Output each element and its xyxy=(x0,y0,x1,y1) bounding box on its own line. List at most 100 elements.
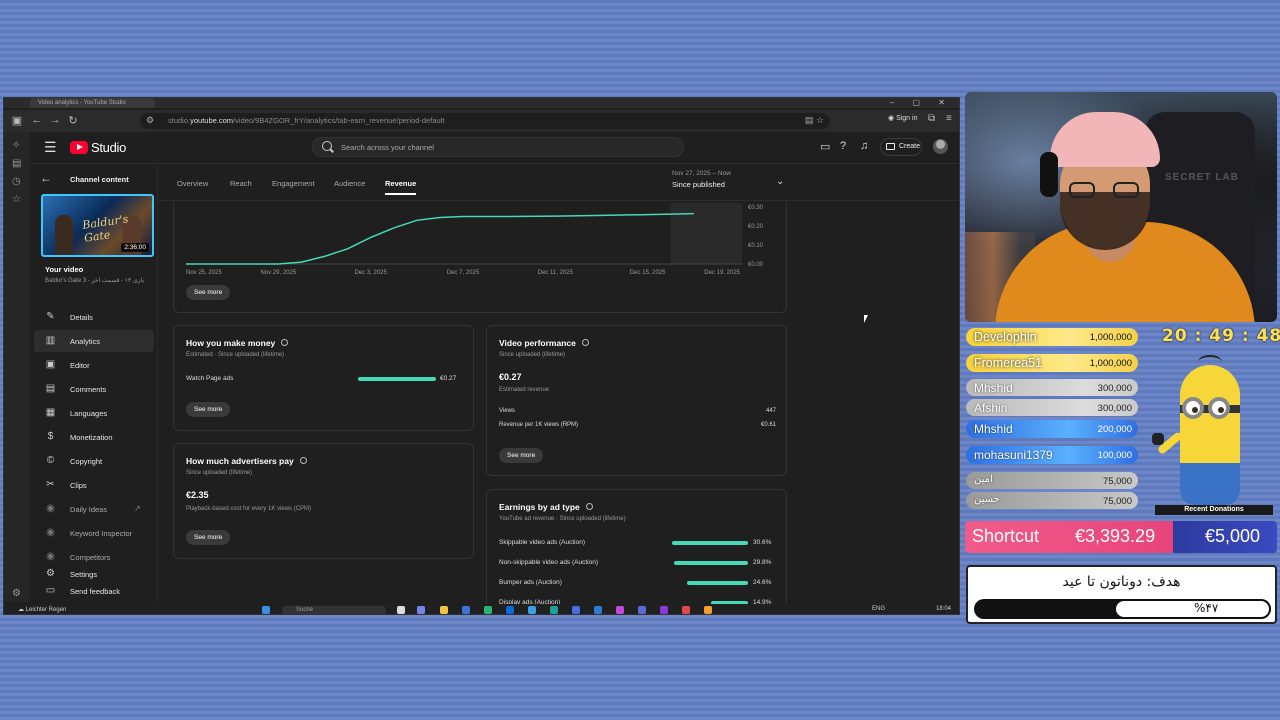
video-thumbnail[interactable]: Baldur's Gate 2:36:00 xyxy=(41,194,154,257)
info-icon[interactable] xyxy=(299,457,307,465)
browser-tab[interactable]: Video analytics - YouTube Studio xyxy=(30,98,155,108)
app-icon[interactable] xyxy=(638,606,646,614)
messages-icon[interactable]: ▭ xyxy=(820,140,830,153)
browser-tab-bar: Video analytics - YouTube Studio – ▢ ✕ xyxy=(4,98,959,108)
nav-item-monetization[interactable]: $ Monetization xyxy=(34,426,154,448)
nav-item-analytics[interactable]: ▥ Analytics xyxy=(34,330,154,352)
help-icon[interactable]: ? xyxy=(840,140,846,152)
tab-audience[interactable]: Audience xyxy=(334,179,365,188)
url-field[interactable]: ⚙ studio.youtube.com/video/9B4ZGOR_frY/a… xyxy=(140,113,830,129)
app-icon[interactable] xyxy=(550,606,558,614)
nav-item-comments[interactable]: ▤ Comments xyxy=(34,378,154,400)
teams-icon[interactable] xyxy=(417,606,425,614)
notifications-bell-icon[interactable]: ♫ xyxy=(860,140,868,152)
scissors-icon: ✂ xyxy=(46,479,55,490)
window-controls[interactable]: – ▢ ✕ xyxy=(890,98,953,108)
nav-item-send-feedback[interactable]: ▭ Send feedback xyxy=(34,580,154,602)
language-indicator[interactable]: ENG xyxy=(872,606,885,612)
app-icon[interactable] xyxy=(572,606,580,614)
app-icon[interactable] xyxy=(660,606,668,614)
info-icon[interactable] xyxy=(585,503,593,511)
windows-start-icon[interactable] xyxy=(262,606,270,614)
goal-percent: %۴۷ xyxy=(1194,601,1219,615)
info-icon[interactable] xyxy=(581,339,589,347)
nav-item-daily-ideas[interactable]: ◉ Daily Ideas ↗ xyxy=(34,498,154,520)
tab-overview[interactable]: Overview xyxy=(177,179,208,188)
nav-item-languages[interactable]: ▦ Languages xyxy=(34,402,154,424)
revenue-series-line xyxy=(186,212,694,265)
taskbar-clock[interactable]: 18:04 xyxy=(936,606,951,612)
create-button[interactable]: Create xyxy=(880,138,922,156)
see-more-button[interactable]: See more xyxy=(186,285,231,300)
donor-row: حسین 75,000 xyxy=(966,492,1138,509)
app-icon[interactable] xyxy=(462,606,470,614)
nav-item-clips[interactable]: ✂ Clips xyxy=(34,474,154,496)
lock-icon: ⚙ xyxy=(146,115,155,125)
date-range-picker[interactable]: Nov 27, 2025 – Now Since published ⌄ xyxy=(672,170,784,189)
search-input[interactable] xyxy=(341,141,661,154)
cpm-label: Playback-based cost for every 1K views (… xyxy=(186,506,312,512)
app-icon[interactable] xyxy=(528,606,536,614)
taskbar-search[interactable]: Suche xyxy=(282,606,386,614)
tab-engagement[interactable]: Engagement xyxy=(272,179,315,188)
app-icon[interactable] xyxy=(506,606,514,614)
sidebar-toggle-icon[interactable]: ▣ xyxy=(10,114,24,127)
back-icon[interactable]: ← xyxy=(30,114,44,126)
menu-icon[interactable]: ≡ xyxy=(946,113,952,124)
favorites-icon[interactable]: ☆ xyxy=(12,194,21,205)
sign-in-button[interactable]: ◉ Sign in xyxy=(888,114,917,122)
edge-icon[interactable] xyxy=(484,606,492,614)
nav-item-keyword-inspector[interactable]: ◉ Keyword Inspector xyxy=(34,522,154,544)
reload-icon[interactable]: ↻ xyxy=(66,114,80,127)
avatar[interactable] xyxy=(933,139,948,154)
tab-revenue[interactable]: Revenue xyxy=(385,179,417,195)
search-bar[interactable] xyxy=(312,137,684,157)
bookmark-star-icon[interactable]: ▤ ☆ xyxy=(805,115,824,126)
browser-settings-icon[interactable]: ⚙ xyxy=(12,588,21,599)
see-more-button[interactable]: See more xyxy=(186,402,231,417)
ai-icon[interactable]: ✧ xyxy=(12,140,20,151)
earnings-by-ad-type-card: Earnings by ad type YouTube ad revenue ·… xyxy=(486,489,787,604)
explorer-icon[interactable] xyxy=(440,606,448,614)
keyword-icon: ◉ xyxy=(46,527,55,538)
card-title: Video performance xyxy=(499,338,589,348)
see-more-button[interactable]: See more xyxy=(186,530,231,545)
competitors-icon: ◉ xyxy=(46,551,55,562)
extensions-icon[interactable]: ⧉ xyxy=(928,113,935,124)
app-icon[interactable] xyxy=(616,606,624,614)
advertisers-pay-card: How much advertisers pay Since uploaded … xyxy=(173,443,474,559)
channel-content-label[interactable]: Channel content xyxy=(70,175,129,184)
nav-item-copyright[interactable]: © Copyright xyxy=(34,450,154,472)
tab-reach[interactable]: Reach xyxy=(230,179,252,188)
cpm-value: €2.35 xyxy=(186,490,209,500)
history-icon[interactable]: ◷ xyxy=(12,176,21,187)
nav-item-editor[interactable]: ▣ Editor xyxy=(34,354,154,376)
nav-label: Comments xyxy=(70,385,107,394)
weather-widget[interactable]: ☁ Leichter Regen xyxy=(18,606,66,613)
video-duration: 2:36:00 xyxy=(121,243,149,252)
info-icon[interactable] xyxy=(281,339,289,347)
chevron-down-icon[interactable]: ⌄ xyxy=(776,176,784,187)
collections-icon[interactable]: ▤ xyxy=(12,158,21,169)
taskview-icon[interactable] xyxy=(397,606,405,614)
see-more-button[interactable]: See more xyxy=(499,448,544,463)
app-icon[interactable] xyxy=(704,606,712,614)
search-icon[interactable] xyxy=(322,141,332,151)
nav-item-details[interactable]: ✎ Details xyxy=(34,306,154,328)
vscode-icon[interactable] xyxy=(594,606,602,614)
views-value: 447 xyxy=(765,408,776,414)
goal-title: هدف: دوناتون تا عید xyxy=(1062,574,1181,590)
nav-label: Settings xyxy=(70,570,98,579)
hamburger-menu-icon[interactable]: ☰ xyxy=(44,139,57,156)
x-tick-label: Dec 7, 2025 xyxy=(447,270,480,276)
thumbnail-title-art: Baldur's Gate xyxy=(81,212,130,245)
shortcut-goal: €5,000 xyxy=(1205,526,1261,546)
back-arrow-icon[interactable]: ← xyxy=(40,171,52,185)
forward-icon[interactable]: → xyxy=(48,114,62,126)
card-title: Earnings by ad type xyxy=(499,502,593,512)
ideas-icon: ◉ xyxy=(46,503,55,514)
studio-logo-text: Studio xyxy=(91,140,127,155)
app-icon[interactable] xyxy=(682,606,690,614)
webcam-feed: SECRET LAB xyxy=(965,92,1277,322)
y-tick-label: €0.00 xyxy=(748,262,764,268)
